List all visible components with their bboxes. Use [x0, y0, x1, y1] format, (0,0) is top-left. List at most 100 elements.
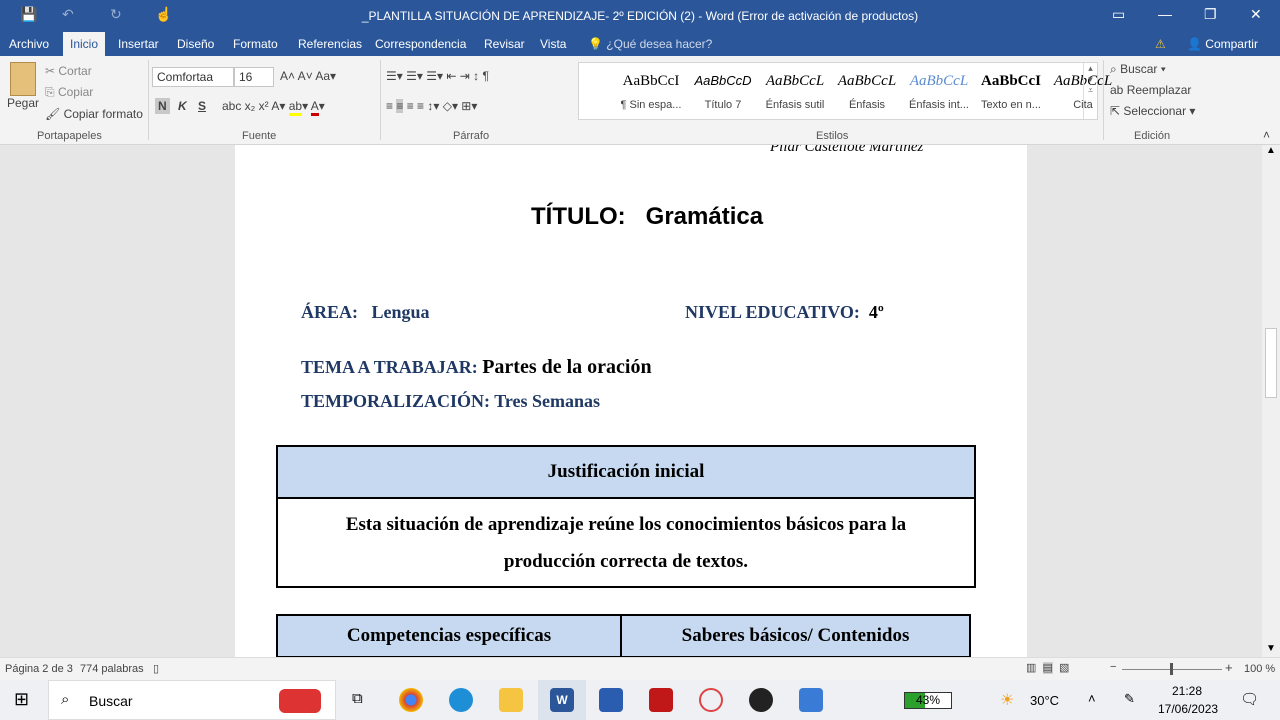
zoom-out-button[interactable]: − [1110, 661, 1116, 673]
table-cell: Esta situación de aprendizaje reúne los … [276, 497, 976, 588]
scroll-up-icon[interactable]: ▲ [1266, 145, 1276, 156]
snipping-icon[interactable] [699, 688, 723, 712]
maximize-button[interactable]: ❐ [1204, 6, 1217, 23]
zoom-level[interactable]: 100 % [1244, 663, 1275, 675]
document-page[interactable]: Pilar Castellote Martínez TÍTULO: Gramát… [235, 145, 1027, 657]
paragraph-group-label: Párrafo [453, 130, 490, 142]
clock-date[interactable]: 17/06/2023 [1158, 702, 1218, 716]
styles-group-label: Estilos [816, 130, 849, 142]
search-text: Buscar [89, 693, 133, 709]
format-buttons[interactable]: abc x₂ x² A▾ ab▾ A▾ [222, 99, 325, 116]
mcafee-icon[interactable] [649, 688, 673, 712]
bold-button[interactable]: N [155, 98, 170, 114]
paste-icon[interactable] [10, 62, 36, 96]
taskbar-search[interactable]: ⌕ Buscar [48, 680, 336, 720]
underline-button[interactable]: S [198, 99, 206, 113]
warning-icon[interactable]: ⚠ [1155, 37, 1166, 51]
share-button[interactable]: 👤 Compartir [1187, 37, 1258, 51]
topic-value: Partes de la oración [482, 356, 652, 378]
list-buttons[interactable]: ☰▾ ☰▾ ☰▾ ⇤ ⇥ ↕ ¶ [386, 69, 489, 83]
table-header: Competencias específicas [276, 614, 622, 657]
style-name: ¶ Sin espa... [620, 99, 682, 111]
title-value: Gramática [645, 203, 764, 230]
close-button[interactable]: ✕ [1250, 6, 1262, 23]
copy-button[interactable]: ⎘ Copiar [45, 85, 93, 100]
find-button[interactable]: ⌕ Buscar ▾ [1110, 62, 1166, 77]
area-field: ÁREA: Lengua [301, 302, 430, 323]
chrome-icon[interactable] [399, 688, 423, 712]
taskbar: ⊞ ⌕ Buscar ⧉ W 43% ☀ 30°C ˄ ✎ 21:28 17/0… [0, 680, 1280, 720]
level-value: 4º [868, 302, 884, 322]
tray-chevron-icon[interactable]: ˄ [1088, 691, 1096, 706]
font-size-buttons[interactable]: A˄ A˅ Aa▾ [280, 69, 336, 83]
replace-label: Reemplazar [1126, 83, 1192, 97]
gallery-scroll[interactable]: ▴ ▾ ⩡ [1083, 63, 1097, 119]
obs-icon[interactable] [749, 688, 773, 712]
collapse-ribbon-icon[interactable]: ˄ [1263, 128, 1270, 142]
tab-correspondencia[interactable]: Correspondencia [375, 37, 466, 51]
tab-formato[interactable]: Formato [233, 37, 278, 51]
zoom-slider-thumb[interactable] [1170, 663, 1173, 675]
tab-referencias[interactable]: Referencias [298, 37, 362, 51]
tab-revisar[interactable]: Revisar [484, 37, 525, 51]
tab-diseno[interactable]: Diseño [177, 37, 214, 51]
pen-icon[interactable]: ✎ [1124, 691, 1135, 707]
proofing-icon[interactable]: ▯ [153, 662, 159, 675]
doc-title: TÍTULO: Gramática [531, 203, 763, 231]
ribbon-display-icon[interactable]: ▭ [1112, 6, 1125, 23]
tab-vista[interactable]: Vista [540, 37, 566, 51]
select-button[interactable]: ⇱ Seleccionar ▾ [1110, 104, 1195, 118]
paste-button[interactable]: Pegar [7, 96, 39, 110]
windows-start-icon[interactable]: ⊞ [14, 689, 29, 710]
ribbon-tabs: Archivo Inicio Insertar Diseño Formato R… [0, 32, 1280, 56]
font-group-label: Fuente [242, 130, 277, 142]
style-name: Énfasis int... [909, 99, 969, 111]
store-icon[interactable] [599, 688, 623, 712]
alignment-buttons[interactable]: ≡ ≡ ≡ ≡ ↕▾ ◇▾ ⊞▾ [386, 99, 477, 113]
page-count[interactable]: Página 2 de 3 [5, 663, 73, 675]
format-painter-label: Copiar formato [63, 107, 143, 121]
styles-gallery[interactable]: AaBbCcI ¶ Sin espa... AaBbCcD Título 7 AaB… [578, 62, 1112, 120]
scroll-down-icon[interactable]: ▼ [1266, 643, 1276, 654]
select-label: Seleccionar [1123, 104, 1187, 118]
tab-insertar[interactable]: Insertar [118, 37, 159, 51]
battery-percent: 43% [915, 693, 941, 707]
weather-temp[interactable]: 30°C [1030, 693, 1059, 708]
weather-icon[interactable]: ☀ [1000, 690, 1014, 710]
font-name-select[interactable]: Comfortaa [152, 67, 234, 87]
italic-button[interactable]: K [178, 99, 187, 113]
style-name: Énfasis [848, 99, 886, 111]
task-view-icon[interactable]: ⧉ [352, 690, 363, 707]
tell-me-input[interactable]: 💡 ¿Qué desea hacer? [588, 37, 712, 51]
clock-time[interactable]: 21:28 [1172, 684, 1202, 698]
view-buttons[interactable]: ▥ ▤ ▧ [1026, 661, 1069, 674]
title-label: TÍTULO: [531, 203, 626, 230]
cut-button[interactable]: ✂ Cortar [45, 64, 92, 78]
style-preview: AaBbCcL [909, 73, 969, 89]
style-name: Énfasis sutil [765, 99, 825, 111]
zoom-in-button[interactable]: + [1225, 660, 1233, 675]
file-explorer-icon[interactable] [499, 688, 523, 712]
scroll-thumb[interactable] [1265, 328, 1277, 398]
window-title: _PLANTILLA SITUACIÓN DE APRENDIZAJE- 2º … [361, 9, 919, 23]
vertical-scrollbar[interactable]: ▲ ▼ [1262, 145, 1280, 657]
word-icon: W [550, 688, 574, 712]
replace-button[interactable]: ab Reemplazar [1110, 83, 1191, 97]
level-label: NIVEL EDUCATIVO: [685, 302, 860, 322]
edge-icon[interactable] [449, 688, 473, 712]
photos-icon[interactable] [799, 688, 823, 712]
notifications-icon[interactable]: 🗨 [1240, 690, 1259, 708]
editing-group-label: Edición [1134, 130, 1171, 142]
tab-inicio[interactable]: Inicio [63, 32, 106, 56]
style-preview: AaBbCcL [765, 73, 825, 89]
timing-value: Tres Semanas [494, 391, 601, 411]
clipboard-group-label: Portapapeles [37, 130, 102, 142]
font-size-select[interactable]: 16 [234, 67, 274, 87]
tab-archivo[interactable]: Archivo [9, 37, 49, 51]
minimize-button[interactable]: — [1158, 6, 1172, 22]
format-painter-button[interactable]: 🖌 Copiar formato [45, 107, 143, 121]
word-taskbar-button[interactable]: W [538, 680, 586, 720]
topic-label: TEMA A TRABAJAR: [301, 357, 478, 377]
battery-indicator[interactable]: 43% [904, 692, 952, 709]
word-count[interactable]: 774 palabras [80, 663, 144, 675]
